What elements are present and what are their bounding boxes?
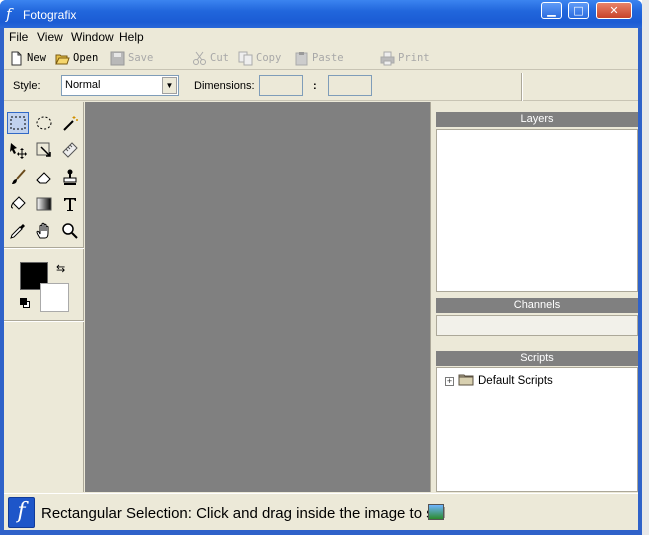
new-document-icon	[9, 51, 24, 66]
elliptical-selection-icon	[36, 116, 52, 130]
options-bar: Style: Normal ▼ Dimensions: :	[4, 71, 638, 101]
toolbox: ⇆	[4, 102, 84, 492]
channels-panel[interactable]	[436, 315, 638, 336]
menu-window[interactable]: Window	[71, 30, 114, 44]
paint-bucket-icon	[11, 196, 26, 210]
printer-icon	[380, 51, 395, 66]
ruler-icon	[62, 142, 78, 158]
scripts-panel[interactable]: + Default Scripts	[436, 367, 638, 492]
rectangular-selection-tool[interactable]	[7, 112, 29, 134]
status-bar: f Rectangular Selection: Click and drag …	[4, 493, 638, 530]
crop-icon	[36, 142, 51, 157]
menu-bar: File View Window Help	[4, 28, 638, 46]
main-toolbar: New Open Save Cut Copy Paste Print	[4, 46, 638, 70]
hand-icon	[36, 222, 49, 239]
clone-stamp-icon	[63, 169, 77, 185]
title-bar[interactable]: f Fotografix ▁ □ ✕	[0, 0, 642, 28]
chevron-down-icon[interactable]: ▼	[162, 77, 177, 94]
window-outer-edge	[642, 0, 649, 535]
hand-tool[interactable]	[33, 220, 55, 242]
text-tool[interactable]	[59, 193, 81, 215]
style-select[interactable]: Normal ▼	[61, 75, 179, 96]
toolbox-divider-bottom	[4, 320, 84, 322]
paste-button[interactable]: Paste	[294, 49, 344, 67]
scissors-icon	[192, 51, 207, 66]
dimension-separator: :	[313, 80, 317, 92]
layers-panel[interactable]	[436, 129, 638, 292]
new-label: New	[27, 52, 46, 64]
status-text: Rectangular Selection: Click and drag in…	[41, 505, 446, 522]
copy-button[interactable]: Copy	[238, 49, 281, 67]
menu-help[interactable]: Help	[119, 30, 144, 44]
magic-wand-icon	[63, 116, 78, 131]
app-window: f Fotografix ▁ □ ✕ File View Window Help…	[0, 0, 642, 535]
tree-item-default-scripts[interactable]: + Default Scripts	[445, 373, 553, 389]
copy-label: Copy	[256, 52, 282, 64]
image-canvas[interactable]	[85, 102, 431, 492]
paint-bucket-tool[interactable]	[7, 193, 29, 215]
zoom-icon	[62, 223, 78, 239]
zoom-tool[interactable]	[59, 220, 81, 242]
style-select-value: Normal	[65, 79, 101, 91]
save-label: Save	[128, 52, 154, 64]
crop-tool[interactable]	[33, 139, 55, 161]
layers-panel-title: Layers	[436, 112, 638, 127]
scripts-panel-title: Scripts	[436, 351, 638, 366]
rectangular-selection-icon	[10, 116, 26, 130]
save-button[interactable]: Save	[110, 49, 153, 67]
gradient-icon	[36, 197, 52, 211]
gradient-tool[interactable]	[33, 193, 55, 215]
folder-icon	[458, 373, 474, 389]
clone-stamp-tool[interactable]	[59, 166, 81, 188]
app-icon[interactable]: f	[6, 6, 18, 22]
cut-label: Cut	[210, 52, 229, 64]
text-icon	[64, 198, 76, 211]
default-colors-icon[interactable]	[20, 298, 30, 308]
height-field[interactable]	[328, 75, 372, 96]
swap-colors-icon[interactable]: ⇆	[56, 262, 65, 275]
toolbox-divider	[4, 247, 84, 249]
fotografix-logo-icon: f	[8, 497, 35, 528]
eyedropper-icon	[10, 224, 25, 239]
brush-tool[interactable]	[7, 166, 29, 188]
eyedropper-tool[interactable]	[7, 220, 29, 242]
move-icon	[10, 143, 27, 159]
panels-column: Layers Channels Scripts + Default Script…	[432, 102, 638, 492]
copy-icon	[238, 51, 253, 66]
paste-clipboard-icon	[294, 51, 309, 66]
style-label: Style:	[13, 80, 41, 92]
options-separator	[521, 73, 523, 101]
open-label: Open	[73, 52, 99, 64]
print-button[interactable]: Print	[380, 49, 430, 67]
image-icon	[428, 504, 444, 520]
background-color-swatch[interactable]	[40, 283, 69, 312]
move-tool[interactable]	[7, 139, 29, 161]
menu-view[interactable]: View	[37, 30, 63, 44]
minimize-button[interactable]: ▁	[541, 2, 562, 19]
width-field[interactable]	[259, 75, 303, 96]
magic-wand-tool[interactable]	[59, 112, 81, 134]
brush-icon	[12, 169, 26, 184]
dimensions-label: Dimensions:	[194, 80, 255, 92]
window-title: Fotografix	[23, 8, 77, 22]
save-disk-icon	[110, 51, 125, 66]
expand-icon[interactable]: +	[445, 376, 454, 386]
print-label: Print	[398, 52, 430, 64]
menu-file[interactable]: File	[9, 30, 28, 44]
new-button[interactable]: New	[9, 49, 46, 67]
tree-item-label: Default Scripts	[478, 375, 553, 387]
client-area: File View Window Help New Open Save Cut …	[4, 28, 638, 530]
close-button[interactable]: ✕	[596, 2, 632, 19]
eraser-tool[interactable]	[33, 166, 55, 188]
measure-tool[interactable]	[59, 139, 81, 161]
elliptical-selection-tool[interactable]	[33, 112, 55, 134]
maximize-button[interactable]: □	[568, 2, 589, 19]
cut-button[interactable]: Cut	[192, 49, 229, 67]
eraser-icon	[36, 172, 51, 184]
open-folder-icon	[55, 51, 70, 66]
paste-label: Paste	[312, 52, 344, 64]
channels-panel-title: Channels	[436, 298, 638, 313]
open-button[interactable]: Open	[55, 49, 98, 67]
